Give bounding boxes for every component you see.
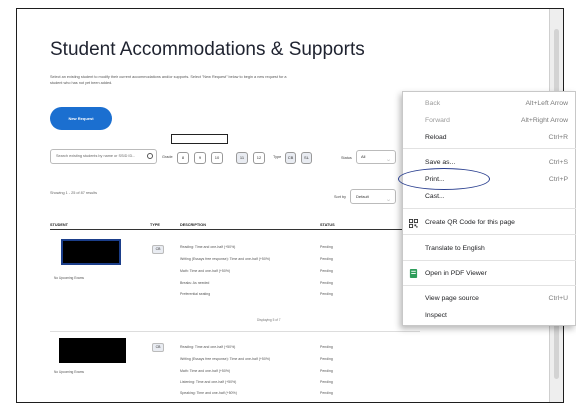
upcoming-exams-text: No Upcoming Exams xyxy=(54,276,84,280)
type-sl-chip[interactable]: SL xyxy=(301,152,312,164)
grade-9-chip[interactable]: 9 xyxy=(194,152,206,164)
description-line: Listening: Time and one-half (+50%) xyxy=(180,380,237,384)
status-text: Pending xyxy=(320,281,333,285)
menu-item-view-source[interactable]: View page source xyxy=(425,295,479,302)
column-status: STATUS xyxy=(320,223,335,227)
back-shortcut: Alt+Left Arrow xyxy=(525,100,568,107)
print-shortcut: Ctrl+P xyxy=(548,176,568,183)
forward-shortcut: Alt+Right Arrow xyxy=(520,117,568,124)
menu-separator xyxy=(403,208,576,209)
menu-item-create-qr[interactable]: Create QR Code for this page xyxy=(425,219,515,226)
table-header: STUDENT TYPE DESCRIPTION STATUS xyxy=(50,221,420,230)
status-text: Pending xyxy=(320,245,333,249)
menu-separator xyxy=(403,285,576,286)
menu-item-open-pdf-viewer[interactable]: Open in PDF Viewer xyxy=(425,270,487,277)
chevron-down-icon: ⌵ xyxy=(386,157,390,162)
sort-select[interactable]: Default ⌵ xyxy=(350,189,396,204)
new-request-button[interactable]: New Request xyxy=(50,107,112,130)
description-line: Preferential seating xyxy=(180,292,211,296)
upcoming-exams-text: No Upcoming Exams xyxy=(54,370,84,374)
redacted-student-name[interactable] xyxy=(61,239,121,265)
grade-11-chip[interactable]: 11 xyxy=(236,152,248,164)
menu-item-reload[interactable]: Reload xyxy=(425,134,447,141)
menu-separator xyxy=(403,260,576,261)
description-line: Speaking: Time and one-half (+50%) xyxy=(180,391,237,395)
type-badge: CB xyxy=(152,343,164,352)
intro-text: Select an existing student to modify the… xyxy=(50,75,287,85)
grade-12-chip[interactable]: 12 xyxy=(253,152,265,164)
print-highlight-circle xyxy=(398,168,490,190)
status-text: Pending xyxy=(320,369,333,373)
status-text: Pending xyxy=(320,391,333,395)
student-search-input[interactable]: Search existing students by name or SSID… xyxy=(50,149,157,164)
search-icon[interactable] xyxy=(147,153,153,159)
menu-item-translate[interactable]: Translate to English xyxy=(425,245,485,252)
pdf-viewer-icon xyxy=(409,269,418,278)
status-text: Pending xyxy=(320,292,333,296)
menu-item-back[interactable]: Back xyxy=(425,100,440,107)
results-count: Showing 1 - 25 of 87 results xyxy=(50,191,98,195)
type-badge: CB xyxy=(152,245,164,254)
description-line: Writing (Essays free response): Time and… xyxy=(180,357,271,361)
sort-select-value: Default xyxy=(356,194,369,199)
status-filter-label: Status xyxy=(341,156,352,160)
menu-item-inspect[interactable]: Inspect xyxy=(425,312,447,319)
menu-separator xyxy=(403,148,576,149)
column-student: STUDENT xyxy=(50,223,68,227)
view-source-shortcut: Ctrl+U xyxy=(548,295,568,302)
type-filter-label: Type xyxy=(273,155,282,159)
description-line: Math: Time and one-half (+50%) xyxy=(180,269,231,273)
status-text: Pending xyxy=(320,269,333,273)
chevron-down-icon: ⌵ xyxy=(386,197,390,202)
menu-item-forward[interactable]: Forward xyxy=(425,117,450,124)
menu-separator xyxy=(403,234,576,235)
status-select[interactable]: All ⌵ xyxy=(356,150,396,164)
annotation-box xyxy=(171,134,228,144)
search-placeholder: Search existing students by name or SSID… xyxy=(56,154,136,158)
type-cb-chip[interactable]: CB xyxy=(285,152,296,164)
row-divider xyxy=(50,331,420,332)
status-select-value: All xyxy=(361,154,366,159)
displaying-count: Displaying 5 of 7 xyxy=(257,318,281,322)
reload-shortcut: Ctrl+R xyxy=(548,134,568,141)
description-line: Reading: Time and one-half (+50%) xyxy=(180,245,236,249)
description-line: Math: Time and one-half (+50%) xyxy=(180,369,231,373)
status-text: Pending xyxy=(320,257,333,261)
column-description: DESCRIPTION xyxy=(180,223,206,227)
context-menu: Back Alt+Left Arrow Forward Alt+Right Ar… xyxy=(402,91,576,326)
description-line: Writing (Essays free response): Time and… xyxy=(180,257,271,261)
menu-item-cast[interactable]: Cast... xyxy=(425,193,445,200)
menu-item-save-as[interactable]: Save as... xyxy=(425,159,455,166)
status-text: Pending xyxy=(320,357,333,361)
save-as-shortcut: Ctrl+S xyxy=(548,159,568,166)
grade-8-chip[interactable]: 8 xyxy=(177,152,189,164)
redacted-student-name[interactable] xyxy=(59,338,126,363)
grade-filter-label: Grade xyxy=(162,155,173,159)
status-text: Pending xyxy=(320,345,333,349)
page-title: Student Accommodations & Supports xyxy=(50,39,365,60)
column-type: TYPE xyxy=(150,223,160,227)
description-line: Reading: Time and one-half (+50%) xyxy=(180,345,236,349)
description-line: Breaks: As needed xyxy=(180,281,210,285)
status-text: Pending xyxy=(320,380,333,384)
qr-code-icon xyxy=(409,219,418,228)
sort-label: Sort by xyxy=(334,195,347,199)
grade-10-chip[interactable]: 10 xyxy=(211,152,223,164)
